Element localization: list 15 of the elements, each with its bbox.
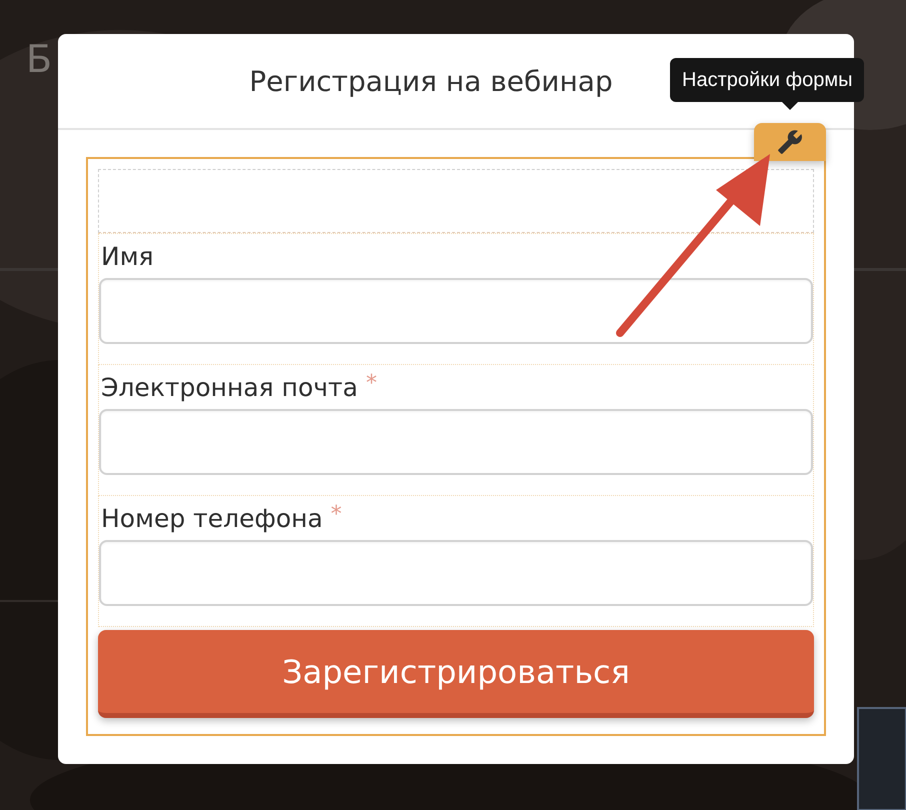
register-button[interactable]: Зарегистрироваться xyxy=(98,630,814,718)
tooltip: Настройки формы xyxy=(670,58,864,102)
input-field[interactable] xyxy=(99,540,813,606)
tooltip-pointer xyxy=(782,102,798,110)
wrench-icon xyxy=(777,129,803,155)
field-label: Номер телефона xyxy=(101,503,323,535)
field-label: Имя xyxy=(101,241,154,273)
input-field[interactable] xyxy=(99,278,813,344)
field-label: Электронная почта xyxy=(101,372,358,404)
form-settings-button[interactable] xyxy=(754,123,826,161)
required-mark: * xyxy=(366,370,377,398)
required-mark: * xyxy=(330,501,342,529)
dialog-title: Регистрация на вебинар xyxy=(249,64,613,98)
input-field[interactable] xyxy=(99,409,813,475)
page-heading: Б xyxy=(26,40,52,78)
